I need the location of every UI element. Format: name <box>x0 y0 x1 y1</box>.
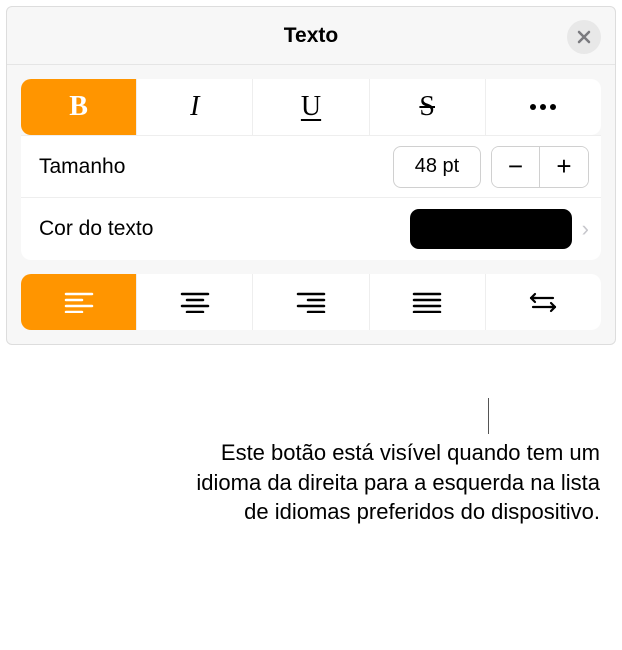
size-row: Tamanho 48 pt − + <box>21 136 601 198</box>
align-right-button[interactable] <box>253 274 369 330</box>
size-value-field[interactable]: 48 pt <box>393 146 481 188</box>
align-justify-icon <box>412 291 442 313</box>
size-stepper: − + <box>491 146 589 188</box>
text-style-segment: B I U S <box>21 79 601 135</box>
align-center-button[interactable] <box>137 274 253 330</box>
size-increment-button[interactable]: + <box>540 147 588 187</box>
close-button[interactable] <box>567 20 601 54</box>
text-panel: Texto B I U S Tamanho <box>6 6 616 345</box>
strikethrough-icon: S <box>419 91 435 123</box>
italic-icon: I <box>190 91 199 123</box>
text-color-label: Cor do texto <box>39 217 153 241</box>
caption-text: Este botão está visível quando tem um id… <box>180 438 600 527</box>
italic-button[interactable]: I <box>137 79 253 135</box>
text-color-row[interactable]: Cor do texto › <box>21 198 601 260</box>
align-right-icon <box>296 291 326 313</box>
align-center-icon <box>180 291 210 313</box>
more-styles-button[interactable] <box>486 79 601 135</box>
text-color-controls: › <box>410 209 589 249</box>
callout-line <box>488 398 489 434</box>
chevron-right-icon: › <box>578 216 589 242</box>
size-decrement-button[interactable]: − <box>492 147 540 187</box>
align-left-button[interactable] <box>21 274 137 330</box>
more-icon <box>528 103 558 111</box>
strike-button[interactable]: S <box>370 79 486 135</box>
bold-icon: B <box>69 91 88 123</box>
bold-button[interactable]: B <box>21 79 137 135</box>
align-justify-button[interactable] <box>370 274 486 330</box>
panel-header: Texto <box>7 7 615 65</box>
underline-icon: U <box>301 91 321 123</box>
alignment-segment <box>21 274 601 330</box>
align-left-icon <box>64 291 94 313</box>
text-rows: Tamanho 48 pt − + Cor do texto › <box>21 135 601 260</box>
text-color-swatch[interactable] <box>410 209 572 249</box>
panel-title: Texto <box>284 24 338 48</box>
close-icon <box>576 29 592 45</box>
text-direction-button[interactable] <box>486 274 601 330</box>
underline-button[interactable]: U <box>253 79 369 135</box>
size-controls: 48 pt − + <box>393 146 589 188</box>
bidi-arrows-icon <box>527 290 559 314</box>
size-label: Tamanho <box>39 155 125 179</box>
